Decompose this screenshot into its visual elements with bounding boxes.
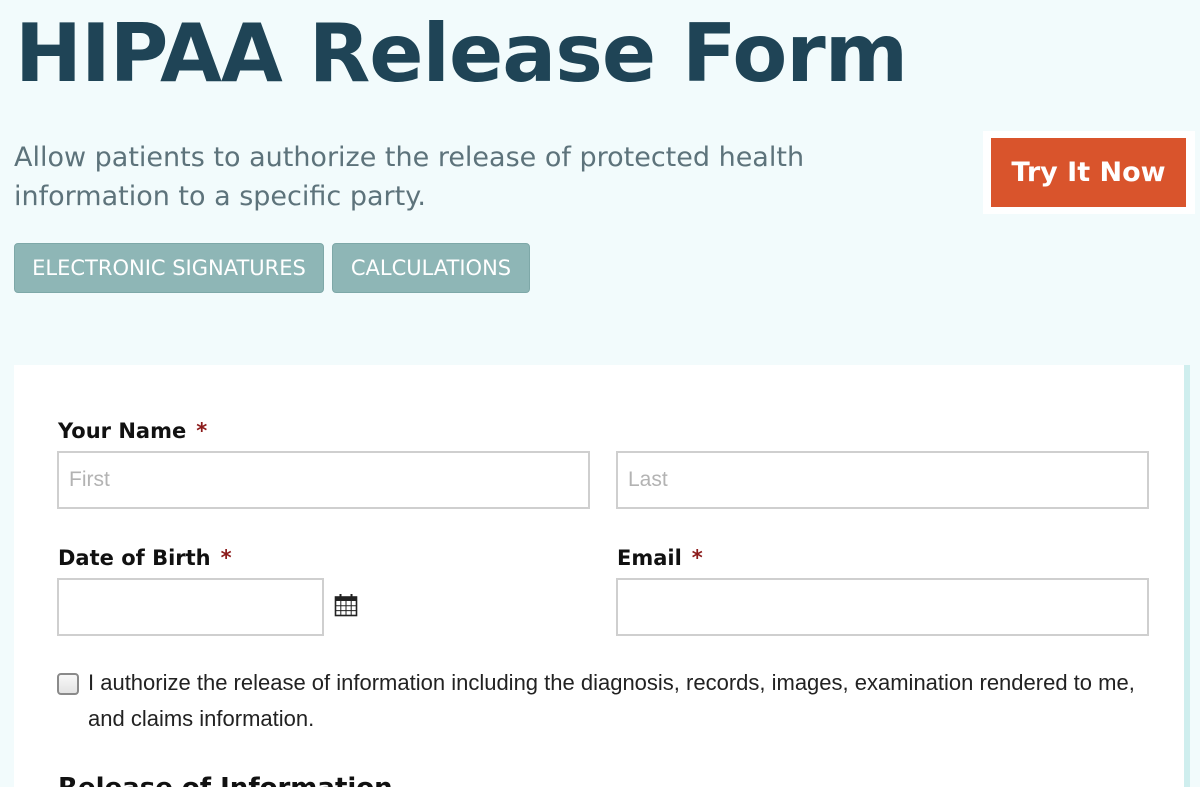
tag-calculations[interactable]: CALCULATIONS (332, 243, 530, 293)
email-label-text: Email (617, 546, 682, 570)
required-marker: * (220, 546, 232, 570)
your-name-label: Your Name * (58, 419, 207, 443)
authorize-release-text: I authorize the release of information i… (88, 670, 1135, 731)
try-it-now-button[interactable]: Try It Now (991, 138, 1186, 207)
date-of-birth-input[interactable] (57, 578, 324, 636)
email-label: Email * (617, 546, 703, 570)
page-subtitle: Allow patients to authorize the release … (14, 142, 805, 212)
authorize-release-checkbox[interactable] (57, 673, 79, 695)
required-marker: * (196, 419, 208, 443)
calendar-icon[interactable] (334, 593, 358, 617)
page-title: HIPAA Release Form (15, 7, 908, 100)
date-of-birth-label: Date of Birth * (58, 546, 232, 570)
your-name-label-text: Your Name (58, 419, 187, 443)
tag-electronic-signatures[interactable]: ELECTRONIC SIGNATURES (14, 243, 324, 293)
required-marker: * (691, 546, 703, 570)
first-name-input[interactable] (57, 451, 590, 509)
date-of-birth-label-text: Date of Birth (58, 546, 211, 570)
email-input[interactable] (616, 578, 1149, 636)
last-name-input[interactable] (616, 451, 1149, 509)
release-of-information-heading: Release of Information (58, 773, 393, 787)
cta-container: Try It Now (983, 131, 1195, 214)
form-preview-card: Your Name * Date of Birth * Email * I autho… (14, 365, 1190, 787)
